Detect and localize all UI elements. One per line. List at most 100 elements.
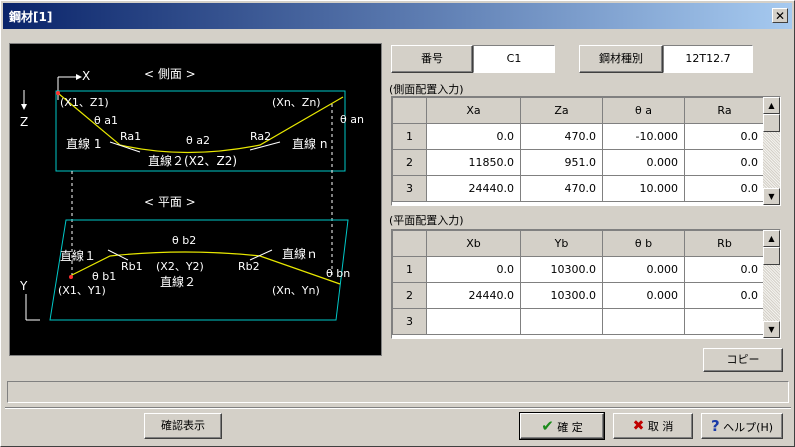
grid-cell[interactable] xyxy=(520,308,603,335)
grid-cell[interactable]: 24440.0 xyxy=(426,175,521,202)
steel-type-field[interactable]: 12T12.7 xyxy=(663,45,753,73)
axis-z-arrow xyxy=(21,104,27,110)
close-icon: ✕ xyxy=(774,9,786,23)
side-col-corner xyxy=(392,97,427,124)
grid-cell[interactable]: -10.000 xyxy=(602,123,685,150)
row-header[interactable]: 2 xyxy=(392,149,427,176)
plan-grid: Xb Yb θ b Rb 1 0.0 10300.0 0.000 0.0 2 2… xyxy=(391,229,781,339)
arrow-down-icon: ▼ xyxy=(768,325,775,334)
axis-z-label: Z xyxy=(20,115,28,129)
side-start-point xyxy=(56,91,60,95)
plan-grid-scrollbar[interactable]: ▲ ▼ xyxy=(763,230,780,338)
grid-cell[interactable]: 10.000 xyxy=(602,175,685,202)
grid-cell[interactable]: 0.0 xyxy=(426,123,521,150)
grid-cell[interactable]: 470.0 xyxy=(520,123,603,150)
plan-label-line2: 直線２ xyxy=(160,274,196,289)
grid-cell[interactable]: 10300.0 xyxy=(520,256,603,283)
grid-cell[interactable]: 0.0 xyxy=(684,282,765,309)
row-header[interactable]: 3 xyxy=(392,175,427,202)
side-label-linen: 直線 n xyxy=(292,136,327,151)
plan-label-rb2: Rb2 xyxy=(238,260,260,273)
copy-button[interactable]: コピー xyxy=(703,348,783,372)
grid-cell[interactable]: 11850.0 xyxy=(426,149,521,176)
grid-cell[interactable]: 0.0 xyxy=(684,149,765,176)
help-label: ヘルプ(H) xyxy=(723,421,774,434)
grid-cell[interactable]: 951.0 xyxy=(520,149,603,176)
ok-label: 確 定 xyxy=(557,421,583,434)
plan-label-line1: 直線１ xyxy=(60,248,96,263)
row-header[interactable]: 1 xyxy=(392,123,427,150)
row-header[interactable]: 2 xyxy=(392,282,427,309)
side-label-ra2: Ra2 xyxy=(250,130,271,143)
grid-cell[interactable]: 0.000 xyxy=(602,149,685,176)
plan-table: Xb Yb θ b Rb 1 0.0 10300.0 0.000 0.0 2 2… xyxy=(392,230,765,335)
confirm-view-button[interactable]: 確認表示 xyxy=(144,413,222,439)
side-grid: Xa Za θ a Ra 1 0.0 470.0 -10.000 0.0 2 1… xyxy=(391,96,781,206)
plan-label-p1: (X1、Y1) xyxy=(58,284,106,297)
dialog-window: 鋼材[1] ✕ X Z < 側面 > (X1、Z1) (Xn、Zn) θ a1 … xyxy=(0,0,795,447)
scroll-down-button[interactable]: ▼ xyxy=(763,188,780,205)
grid-cell[interactable]: 0.0 xyxy=(426,256,521,283)
side-label-pn: (Xn、Zn) xyxy=(272,96,321,109)
side-label-theta-an: θ an xyxy=(340,113,364,126)
table-row: 3 xyxy=(392,308,765,335)
number-field[interactable]: C1 xyxy=(473,45,555,73)
side-table: Xa Za θ a Ra 1 0.0 470.0 -10.000 0.0 2 1… xyxy=(392,97,765,202)
scroll-up-button[interactable]: ▲ xyxy=(763,230,780,247)
side-label-p1: (X1、Z1) xyxy=(60,96,109,109)
side-view-title: < 側面 > xyxy=(144,67,196,81)
grid-cell[interactable] xyxy=(602,308,685,335)
scroll-down-button[interactable]: ▼ xyxy=(763,321,780,338)
row-header[interactable]: 3 xyxy=(392,308,427,335)
grid-cell[interactable]: 0.000 xyxy=(602,282,685,309)
cross-icon: ✖ xyxy=(632,418,645,434)
plan-col-xb[interactable]: Xb xyxy=(426,230,521,257)
question-icon: ? xyxy=(710,417,720,435)
side-grid-scrollbar[interactable]: ▲ ▼ xyxy=(763,97,780,205)
scroll-up-button[interactable]: ▲ xyxy=(763,97,780,114)
steel-type-label: 鋼材種別 xyxy=(579,45,663,73)
grid-cell[interactable]: 0.0 xyxy=(684,123,765,150)
side-col-theta-a[interactable]: θ a xyxy=(602,97,685,124)
scroll-thumb[interactable] xyxy=(763,247,780,265)
cancel-button[interactable]: ✖ 取 消 xyxy=(613,413,693,439)
plan-label-rb1: Rb1 xyxy=(121,260,143,273)
plan-col-yb[interactable]: Yb xyxy=(520,230,603,257)
table-row: 3 24440.0 470.0 10.000 0.0 xyxy=(392,175,765,202)
title-bar: 鋼材[1] ✕ xyxy=(3,3,792,29)
plan-col-rb[interactable]: Rb xyxy=(684,230,765,257)
table-row: 1 0.0 470.0 -10.000 0.0 xyxy=(392,123,765,150)
grid-cell[interactable]: 10300.0 xyxy=(520,282,603,309)
arrow-up-icon: ▲ xyxy=(768,101,775,110)
help-button[interactable]: ? ヘルプ(H) xyxy=(701,413,783,439)
grid-cell[interactable]: 24440.0 xyxy=(426,282,521,309)
grid-cell[interactable]: 470.0 xyxy=(520,175,603,202)
plan-label-theta-bn: θ bn xyxy=(326,267,350,280)
grid-cell[interactable]: 0.000 xyxy=(602,256,685,283)
plan-label-pn: (Xn、Yn) xyxy=(272,284,320,297)
plan-col-theta-b[interactable]: θ b xyxy=(602,230,685,257)
side-label-theta-a1: θ a1 xyxy=(94,114,118,127)
grid-cell[interactable]: 0.0 xyxy=(684,256,765,283)
ok-button[interactable]: ✔ 確 定 xyxy=(519,412,605,440)
window-title: 鋼材[1] xyxy=(9,10,53,24)
side-col-ra[interactable]: Ra xyxy=(684,97,765,124)
plan-label-p2: (X2、Y2) xyxy=(156,260,204,273)
side-col-za[interactable]: Za xyxy=(520,97,603,124)
scroll-thumb[interactable] xyxy=(763,114,780,132)
grid-cell[interactable]: 0.0 xyxy=(684,175,765,202)
number-label: 番号 xyxy=(391,45,473,73)
plan-start-point xyxy=(69,275,73,279)
arrow-up-icon: ▲ xyxy=(768,234,775,243)
plan-label-theta-b2: θ b2 xyxy=(172,234,196,247)
row-header[interactable]: 1 xyxy=(392,256,427,283)
table-row: 2 24440.0 10300.0 0.000 0.0 xyxy=(392,282,765,309)
side-ra1-mark xyxy=(109,141,141,153)
grid-cell[interactable] xyxy=(426,308,521,335)
plan-label-linen: 直線ｎ xyxy=(282,246,318,261)
side-label-ra1: Ra1 xyxy=(120,130,141,143)
side-col-xa[interactable]: Xa xyxy=(426,97,521,124)
close-button[interactable]: ✕ xyxy=(772,8,788,23)
plan-header-row: Xb Yb θ b Rb xyxy=(392,230,765,257)
grid-cell[interactable] xyxy=(684,308,765,335)
